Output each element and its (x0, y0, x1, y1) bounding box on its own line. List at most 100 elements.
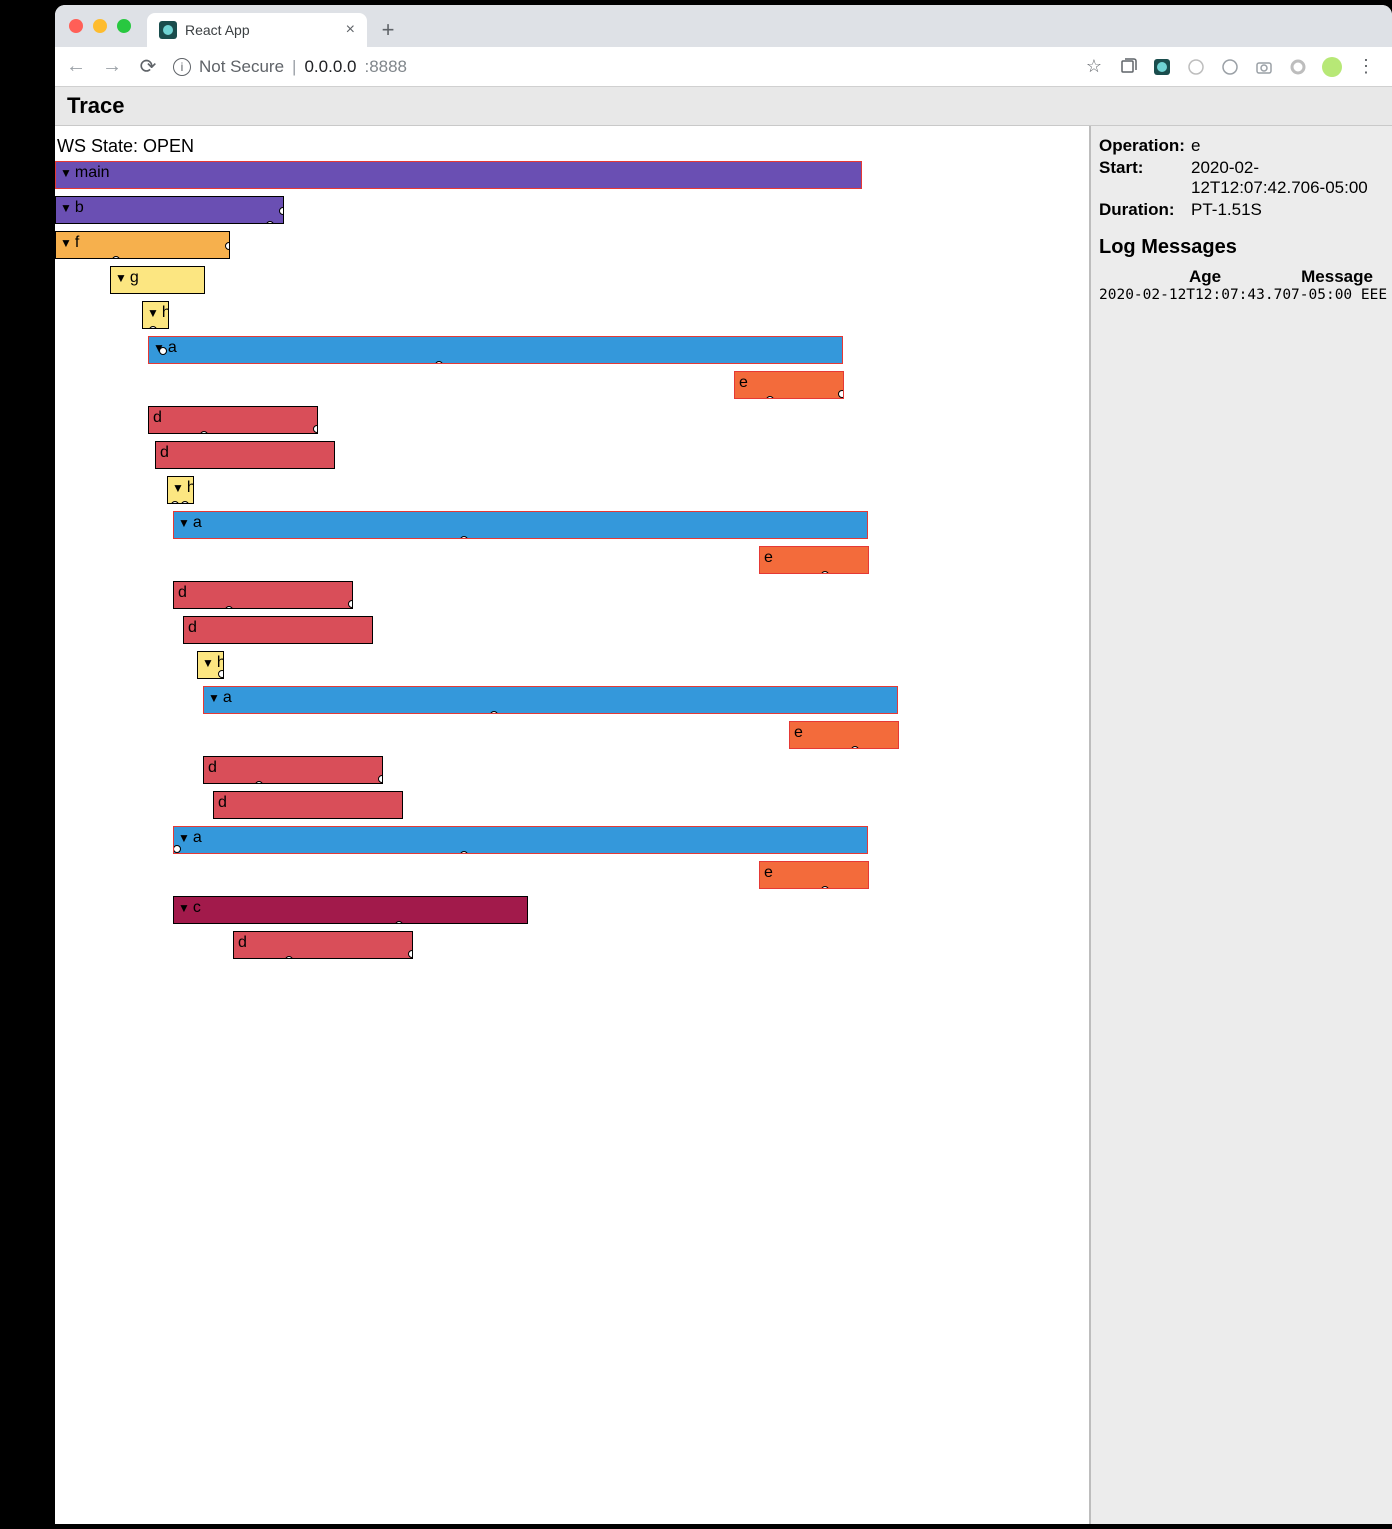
event-marker[interactable] (460, 536, 468, 539)
event-marker[interactable] (225, 242, 230, 250)
span-label: b (75, 199, 84, 216)
span-d[interactable]: d (148, 406, 318, 434)
tab-title: React App (185, 22, 250, 38)
collapse-toggle-icon[interactable]: ▼ (178, 901, 190, 915)
event-marker[interactable] (279, 207, 284, 215)
duration-key: Duration: (1099, 200, 1191, 220)
collapse-toggle-icon[interactable]: ▼ (60, 236, 72, 250)
collapse-toggle-icon[interactable]: ▼ (60, 166, 72, 180)
span-tree[interactable]: ▼main▼b▼f▼g▼h▼aedd▼h▼aedd▼h▼aedd▼ae▼cd (55, 161, 1089, 991)
span-label: a (193, 514, 202, 531)
event-marker[interactable] (313, 425, 318, 433)
event-marker[interactable] (348, 600, 353, 608)
ws-state: WS State: OPEN (55, 126, 1089, 161)
info-icon[interactable]: i (173, 58, 191, 76)
span-label: d (218, 794, 227, 811)
zoom-window-button[interactable] (117, 19, 131, 33)
event-marker[interactable] (838, 390, 844, 398)
event-marker[interactable] (490, 711, 498, 714)
collapse-toggle-icon[interactable]: ▼ (178, 831, 190, 845)
close-tab-icon[interactable]: × (346, 21, 355, 39)
event-marker[interactable] (200, 431, 208, 434)
span-label: e (764, 549, 773, 566)
span-a[interactable]: ▼a (173, 826, 868, 854)
event-marker[interactable] (149, 326, 157, 329)
span-label: a (193, 829, 202, 846)
trace-pane: WS State: OPEN ▼main▼b▼f▼g▼h▼aedd▼h▼aedd… (55, 126, 1090, 1524)
camera-icon[interactable] (1254, 57, 1274, 77)
span-d[interactable]: d (233, 931, 413, 959)
collapse-toggle-icon[interactable]: ▼ (115, 271, 127, 285)
span-e[interactable]: e (759, 861, 869, 889)
browser-tab[interactable]: React App × (147, 13, 367, 47)
event-marker[interactable] (460, 851, 468, 854)
log-messages-heading: Log Messages (1099, 236, 1384, 259)
new-tab-button[interactable]: + (373, 15, 403, 45)
event-marker[interactable] (218, 670, 224, 678)
event-marker[interactable] (821, 886, 829, 889)
event-marker[interactable] (851, 746, 859, 749)
event-marker[interactable] (821, 571, 829, 574)
profile-avatar[interactable] (1322, 57, 1342, 77)
span-d[interactable]: d (183, 616, 373, 644)
minimize-window-button[interactable] (93, 19, 107, 33)
span-d[interactable]: d (155, 441, 335, 469)
event-marker[interactable] (171, 501, 179, 504)
event-marker[interactable] (181, 501, 189, 504)
event-marker[interactable] (225, 606, 233, 609)
event-marker[interactable] (112, 256, 120, 259)
event-marker[interactable] (285, 956, 293, 959)
ws-state-value: OPEN (143, 136, 194, 156)
span-a[interactable]: ▼a (203, 686, 898, 714)
span-a[interactable]: ▼a (148, 336, 843, 364)
span-main[interactable]: ▼main (55, 161, 862, 189)
event-marker[interactable] (395, 921, 403, 924)
span-label: d (238, 934, 247, 951)
event-marker[interactable] (266, 221, 274, 224)
ring-icon[interactable] (1288, 57, 1308, 77)
span-label: a (223, 689, 232, 706)
collapse-toggle-icon[interactable]: ▼ (202, 656, 214, 670)
span-d[interactable]: d (203, 756, 383, 784)
collapse-toggle-icon[interactable]: ▼ (147, 306, 159, 320)
close-window-button[interactable] (69, 19, 83, 33)
star-icon[interactable]: ☆ (1084, 57, 1104, 77)
span-d[interactable]: d (213, 791, 403, 819)
span-a[interactable]: ▼a (173, 511, 868, 539)
span-h[interactable]: ▼h (167, 476, 194, 504)
extension-icon[interactable] (1152, 57, 1172, 77)
tabs-icon[interactable] (1118, 57, 1138, 77)
span-d[interactable]: d (173, 581, 353, 609)
span-h[interactable]: ▼h (197, 651, 224, 679)
span-f[interactable]: ▼f (55, 231, 230, 259)
kv-start: Start: 2020-02-12T12:07:42.706-05:00 (1099, 158, 1384, 198)
span-e[interactable]: e (734, 371, 844, 399)
collapse-toggle-icon[interactable]: ▼ (178, 516, 190, 530)
collapse-toggle-icon[interactable]: ▼ (208, 691, 220, 705)
span-h[interactable]: ▼h (142, 301, 169, 329)
event-marker[interactable] (435, 361, 443, 364)
operation-key: Operation: (1099, 136, 1191, 156)
omnibox[interactable]: i Not Secure | 0.0.0.0:8888 (173, 57, 1070, 77)
kebab-icon[interactable]: ⋮ (1356, 57, 1376, 77)
event-marker[interactable] (173, 845, 181, 853)
span-e[interactable]: e (759, 546, 869, 574)
collapse-toggle-icon[interactable]: ▼ (172, 481, 184, 495)
span-g[interactable]: ▼g (110, 266, 205, 294)
event-marker[interactable] (766, 396, 774, 399)
event-marker[interactable] (378, 775, 383, 783)
app-body: WS State: OPEN ▼main▼b▼f▼g▼h▼aedd▼h▼aedd… (55, 126, 1392, 1524)
event-marker[interactable] (408, 950, 413, 958)
reload-icon[interactable]: ⟳ (137, 54, 159, 79)
span-c[interactable]: ▼c (173, 896, 528, 924)
globe-icon[interactable] (1186, 57, 1206, 77)
span-b[interactable]: ▼b (55, 196, 284, 224)
circle-icon[interactable] (1220, 57, 1240, 77)
log-col-age: Age (1189, 267, 1221, 287)
back-icon[interactable]: ← (65, 55, 87, 78)
tab-strip: React App × + (55, 5, 1392, 47)
event-marker[interactable] (159, 347, 167, 355)
collapse-toggle-icon[interactable]: ▼ (60, 201, 72, 215)
span-e[interactable]: e (789, 721, 899, 749)
event-marker[interactable] (255, 781, 263, 784)
